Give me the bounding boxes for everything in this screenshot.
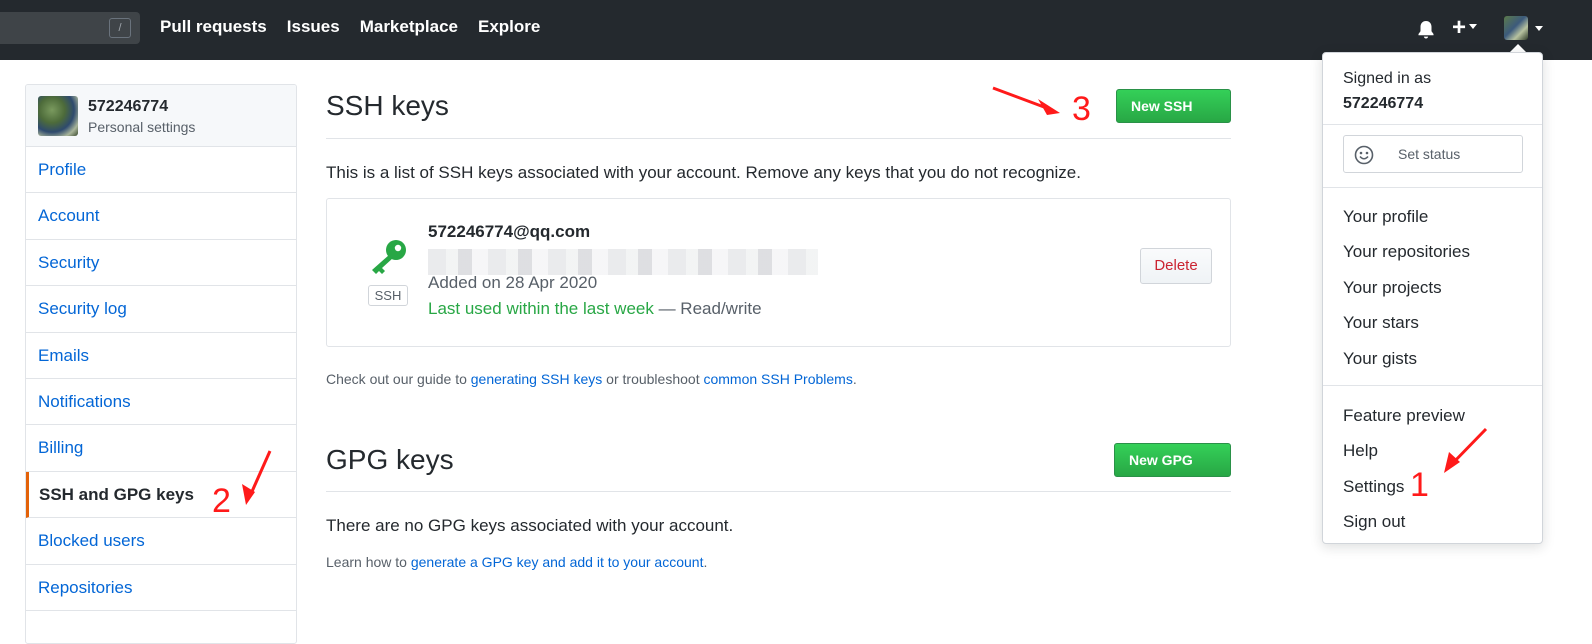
nav-marketplace[interactable]: Marketplace: [360, 17, 458, 37]
sidebar-item-repositories[interactable]: Repositories: [26, 565, 296, 611]
sidebar-item-notifications[interactable]: Notifications: [26, 379, 296, 426]
divider: [1323, 187, 1542, 188]
user-dropdown-menu: Signed in as 572246774 Set status Your p…: [1322, 52, 1543, 544]
gpg-learn-text: Learn how to generate a GPG key and add …: [326, 554, 707, 570]
dropdown-caret: [1510, 44, 1526, 52]
gpg-learn-prefix: Learn how to: [326, 554, 411, 570]
menu-item-settings[interactable]: Settings: [1343, 477, 1404, 497]
annotation-label-2: 2: [212, 482, 231, 520]
redacted-fingerprint: [428, 249, 818, 275]
plus-icon: +: [1452, 14, 1467, 41]
sidebar-header: 572246774 Personal settings: [26, 85, 296, 147]
sidebar-item-ssh-gpg-keys[interactable]: SSH and GPG keys: [26, 471, 296, 519]
sidebar-item-billing[interactable]: Billing: [26, 425, 296, 472]
gpg-learn-suffix: .: [703, 554, 708, 570]
ssh-key-usage: Last used within the last week — Read/wr…: [428, 299, 762, 319]
search-shortcut-hint: /: [109, 18, 131, 38]
ssh-badge: SSH: [368, 285, 408, 306]
create-new-menu[interactable]: +: [1452, 14, 1478, 41]
avatar[interactable]: [38, 96, 78, 136]
common-ssh-problems-link[interactable]: common SSH Problems: [703, 371, 852, 387]
gpg-empty-text: There are no GPG keys associated with yo…: [326, 516, 734, 535]
chevron-down-icon: [1469, 24, 1478, 30]
ssh-key-item: SSH 572246774@qq.com Added on 28 Apr 202…: [326, 198, 1231, 347]
menu-item-your-repositories[interactable]: Your repositories: [1343, 242, 1470, 262]
menu-item-your-projects[interactable]: Your projects: [1343, 278, 1442, 298]
nav-issues[interactable]: Issues: [287, 17, 340, 37]
sidebar-item-security-log[interactable]: Security log: [26, 286, 296, 333]
menu-item-your-stars[interactable]: Your stars: [1343, 313, 1419, 333]
ssh-guide-prefix: Check out our guide to: [326, 371, 471, 387]
menu-item-your-profile[interactable]: Your profile: [1343, 207, 1428, 227]
new-ssh-key-button[interactable]: New SSH key: [1116, 89, 1231, 146]
signed-in-username: 572246774: [1343, 95, 1424, 112]
sidebar-item-security[interactable]: Security: [26, 240, 296, 287]
annotation-label-1: 1: [1410, 466, 1429, 504]
sidebar-item-blocked-users[interactable]: Blocked users: [26, 518, 296, 565]
bell-icon[interactable]: [1414, 18, 1438, 42]
smiley-icon: [1354, 145, 1374, 165]
divider: [326, 138, 1231, 139]
annotation-label-3: 3: [1072, 90, 1091, 128]
signed-in-label: Signed in as: [1343, 70, 1432, 87]
ssh-keys-title: SSH keys: [326, 90, 449, 121]
menu-item-sign-out[interactable]: Sign out: [1343, 512, 1405, 532]
primary-nav: Pull requests Issues Marketplace Explore: [160, 17, 560, 37]
divider: [1323, 385, 1542, 386]
annotation-arrow-3: [992, 86, 1060, 115]
sidebar-username[interactable]: 572246774: [88, 98, 168, 116]
ssh-key-added-date: Added on 28 Apr 2020: [428, 273, 598, 292]
gpg-keys-title: GPG keys: [326, 444, 454, 475]
set-status-label: Set status: [1398, 146, 1461, 162]
menu-item-feature-preview[interactable]: Feature preview: [1343, 406, 1465, 426]
ssh-guide-middle: or troubleshoot: [602, 371, 704, 387]
ssh-intro-text: This is a list of SSH keys associated wi…: [326, 163, 1081, 182]
key-icon: [372, 240, 406, 274]
menu-item-your-gists[interactable]: Your gists: [1343, 349, 1417, 369]
generating-ssh-keys-link[interactable]: generating SSH keys: [471, 371, 603, 387]
nav-pull-requests[interactable]: Pull requests: [160, 17, 267, 37]
set-status-button[interactable]: Set status: [1343, 135, 1523, 173]
sidebar-item-profile[interactable]: Profile: [26, 147, 296, 194]
divider: [326, 491, 1231, 492]
settings-sidebar: 572246774 Personal settings Profile Acco…: [25, 84, 297, 644]
signed-in-as: Signed in as 572246774: [1343, 66, 1431, 116]
new-gpg-key-button[interactable]: New GPG key: [1114, 443, 1231, 500]
ssh-guide-suffix: .: [852, 371, 857, 387]
delete-ssh-key-button[interactable]: Delete: [1140, 248, 1212, 284]
sidebar-subtitle: Personal settings: [88, 119, 196, 135]
ssh-key-title: 572246774@qq.com: [428, 222, 591, 241]
sidebar-item-account[interactable]: Account: [26, 193, 296, 240]
avatar[interactable]: [1504, 16, 1528, 40]
ssh-guide-text: Check out our guide to generating SSH ke…: [326, 371, 857, 387]
search-input[interactable]: /: [0, 12, 140, 44]
chevron-down-icon[interactable]: [1535, 26, 1543, 31]
nav-explore[interactable]: Explore: [478, 17, 540, 37]
top-navigation-bar: / Pull requests Issues Marketplace Explo…: [0, 0, 1592, 60]
ssh-key-last-used: Last used within the last week: [428, 299, 654, 318]
menu-item-help[interactable]: Help: [1343, 441, 1378, 461]
ssh-key-access: — Read/write: [653, 299, 762, 318]
generate-gpg-key-link[interactable]: generate a GPG key and add it to your ac…: [411, 554, 704, 570]
divider: [1323, 124, 1542, 125]
sidebar-item-emails[interactable]: Emails: [26, 333, 296, 379]
